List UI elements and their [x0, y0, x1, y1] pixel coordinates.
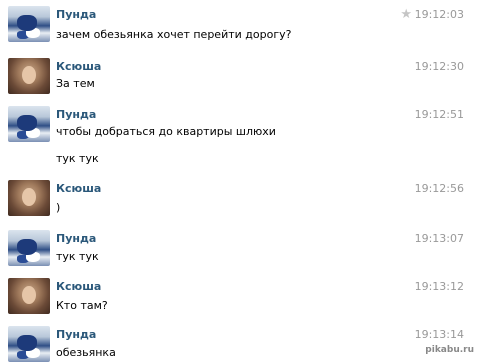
message-item: Ксюша 19:12:30 За тем [0, 52, 480, 102]
message-text: тук тук [56, 152, 99, 165]
message-text: Кто там? [56, 299, 108, 312]
author-name[interactable]: Ксюша [56, 60, 101, 74]
message-time[interactable]: 19:13:07 [415, 232, 464, 246]
avatar[interactable] [8, 230, 50, 266]
author-name[interactable]: Ксюша [56, 280, 101, 294]
star-icon[interactable]: ★ [400, 8, 412, 22]
message-item: Пунда 19:13:14 обезьянка [0, 322, 480, 362]
message-text: тук тук [56, 250, 99, 263]
message-time[interactable]: 19:13:14 [415, 328, 464, 342]
message-text: зачем обезьянка хочет перейти дорогу? [56, 28, 292, 41]
message-item: Пунда 19:13:07 тук тук [0, 226, 480, 272]
message-item: Пунда 19:12:51 чтобы добраться до кварти… [0, 102, 480, 174]
message-text: чтобы добраться до квартиры шлюхи [56, 125, 276, 138]
message-item: Ксюша 19:12:56 ) [0, 174, 480, 226]
message-text: ) [56, 201, 61, 214]
avatar[interactable] [8, 6, 50, 42]
message-item: Пунда ★ 19:12:03 зачем обезьянка хочет п… [0, 0, 480, 52]
message-time[interactable]: 19:13:12 [415, 280, 464, 294]
watermark: pikabu.ru [425, 345, 474, 355]
message-time[interactable]: 19:12:51 [415, 108, 464, 122]
message-text: обезьянка [56, 346, 116, 359]
avatar[interactable] [8, 180, 50, 216]
author-name[interactable]: Ксюша [56, 182, 101, 196]
avatar[interactable] [8, 326, 50, 362]
message-time[interactable]: 19:12:03 [415, 8, 464, 22]
message-time[interactable]: 19:12:30 [415, 60, 464, 74]
message-time[interactable]: 19:12:56 [415, 182, 464, 196]
message-item: Ксюша 19:13:12 Кто там? [0, 272, 480, 322]
author-name[interactable]: Пунда [56, 8, 96, 22]
avatar[interactable] [8, 278, 50, 314]
author-name[interactable]: Пунда [56, 108, 96, 122]
avatar[interactable] [8, 106, 50, 142]
avatar[interactable] [8, 58, 50, 94]
author-name[interactable]: Пунда [56, 328, 96, 342]
author-name[interactable]: Пунда [56, 232, 96, 246]
message-text: За тем [56, 77, 95, 90]
